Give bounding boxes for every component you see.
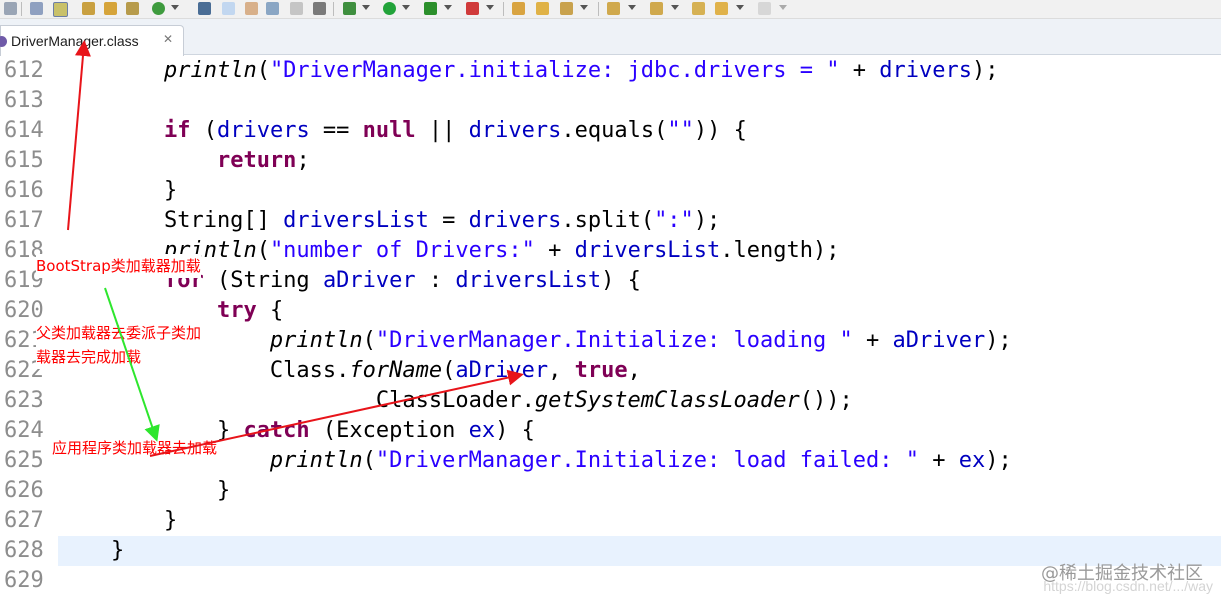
green-arrow-delegation bbox=[104, 287, 160, 442]
arrow-overlay bbox=[67, 40, 524, 457]
red-arrow-bootstrap bbox=[67, 40, 91, 231]
watermark-url: https://blog.csdn.net/.../way bbox=[1043, 578, 1213, 594]
red-arrow-app-loader bbox=[149, 369, 524, 457]
